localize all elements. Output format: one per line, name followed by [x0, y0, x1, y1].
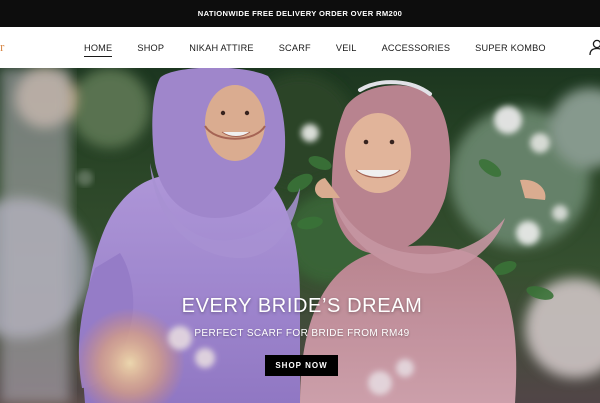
- nav-item-scarf[interactable]: SCARF: [279, 39, 311, 57]
- nav-item-home[interactable]: HOME: [84, 39, 113, 57]
- announcement-text: NATIONWIDE FREE DELIVERY ORDER OVER RM20…: [197, 9, 403, 18]
- logo[interactable]: r: [0, 40, 6, 54]
- hero-banner: EVERY BRIDE’S DREAM PERFECT SCARF FOR BR…: [0, 68, 600, 403]
- shop-now-button[interactable]: SHOP NOW: [265, 355, 338, 376]
- nav-item-super-kombo[interactable]: SUPER KOMBO: [475, 39, 546, 57]
- main-navigation: r HOME SHOP NIKAH ATTIRE SCARF VEIL ACCE…: [0, 27, 600, 69]
- nav-item-nikah-attire[interactable]: NIKAH ATTIRE: [189, 39, 254, 57]
- menu: HOME SHOP NIKAH ATTIRE SCARF VEIL ACCESS…: [72, 27, 546, 68]
- nav-item-shop[interactable]: SHOP: [137, 39, 164, 57]
- nav-item-accessories[interactable]: ACCESSORIES: [382, 39, 451, 57]
- hero-subtitle: PERFECT SCARF FOR BRIDE FROM RM49: [194, 328, 410, 339]
- hero-title: EVERY BRIDE’S DREAM: [181, 295, 423, 317]
- hero-image: [0, 68, 600, 403]
- announcement-bar: NATIONWIDE FREE DELIVERY ORDER OVER RM20…: [0, 0, 600, 27]
- account-icon[interactable]: [588, 38, 600, 56]
- nav-item-veil[interactable]: VEIL: [336, 39, 357, 57]
